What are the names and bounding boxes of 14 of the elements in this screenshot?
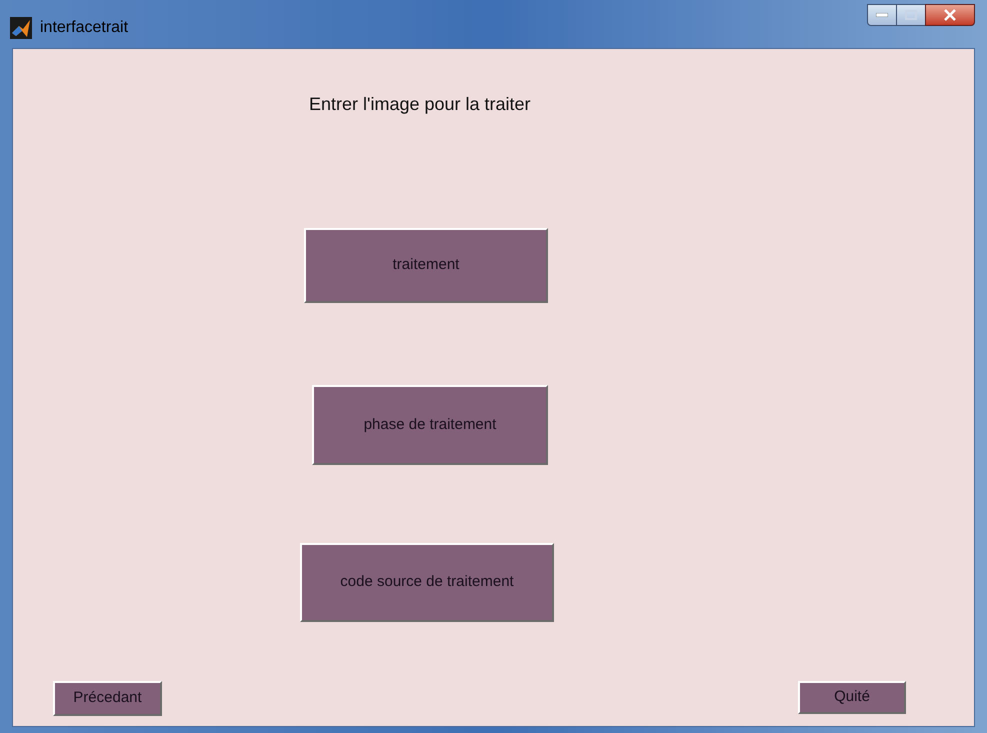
action-button[interactable]: phase de traitement (312, 385, 548, 465)
maximize-button[interactable] (897, 4, 925, 26)
action-button[interactable]: code source de traitement (300, 543, 554, 622)
nav-button[interactable]: Quité (798, 681, 906, 714)
app-logo-icon (10, 17, 32, 39)
close-button[interactable] (925, 4, 975, 26)
nav-button[interactable]: Précedant (53, 681, 162, 716)
heading-text: Entrer l'image pour la traiter (309, 93, 531, 116)
window-title: interfacetrait (40, 18, 128, 38)
close-icon (943, 9, 957, 21)
maximize-icon (905, 10, 917, 20)
action-button[interactable]: traitement (304, 228, 548, 303)
minimize-button[interactable] (867, 4, 897, 26)
minimize-icon (876, 13, 888, 17)
